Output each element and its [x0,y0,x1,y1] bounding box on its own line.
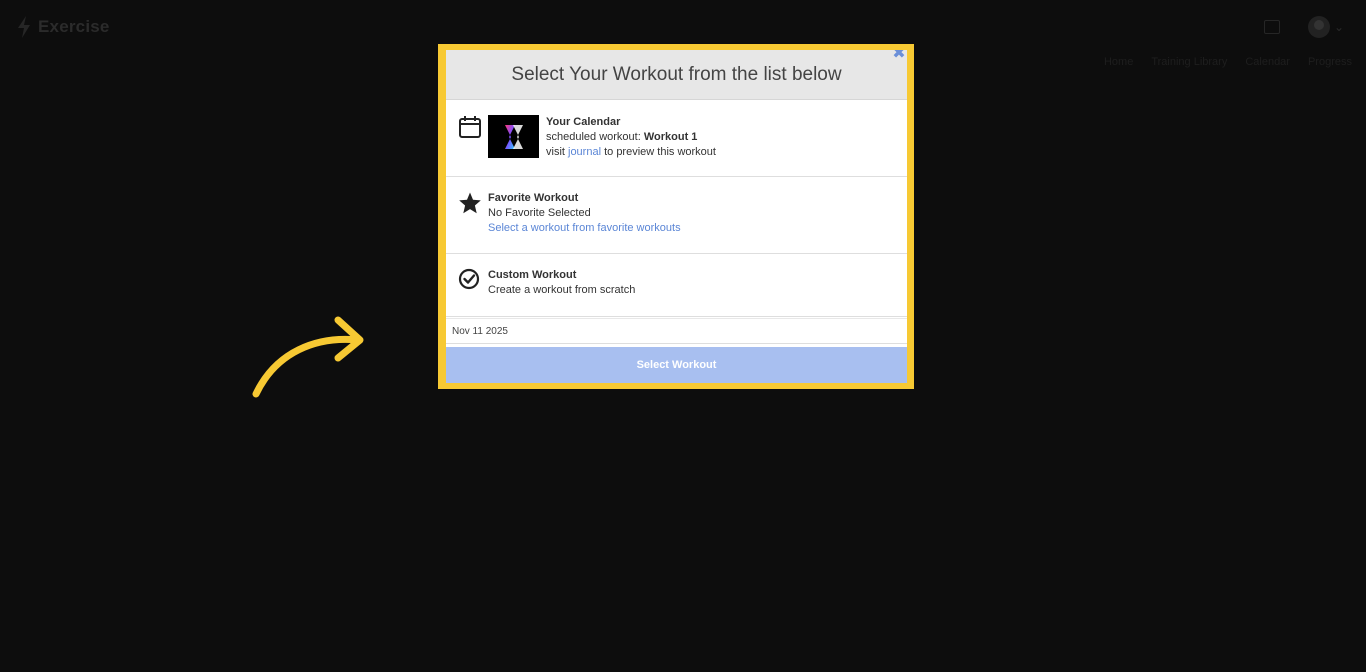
calendar-icon [459,116,481,138]
highlight-frame: Select Your Workout from the list below … [438,44,914,389]
option-calendar[interactable]: Your Calendar scheduled workout: Workout… [446,100,907,177]
brand[interactable]: Exercise [16,16,110,38]
calendar-option-text: Your Calendar scheduled workout: Workout… [546,115,716,164]
favorite-workouts-link[interactable]: Select a workout from favorite workouts [488,221,681,236]
workout-thumbnail [488,115,539,158]
nav-item-progress[interactable]: Progress [1308,56,1352,68]
select-workout-modal: Select Your Workout from the list below … [446,50,907,383]
nav-item-training-library[interactable]: Training Library [1151,56,1227,68]
close-icon[interactable]: ✖ [891,50,907,62]
visit-prefix: visit [546,146,568,158]
custom-option-text: Custom Workout Create a workout from scr… [488,268,635,304]
journal-link[interactable]: journal [568,146,601,158]
background-nav: Home Training Library Calendar Progress [1104,56,1352,68]
visit-suffix: to preview this workout [601,146,716,158]
scheduled-prefix: scheduled workout: [546,131,644,143]
modal-header: Select Your Workout from the list below [446,50,907,100]
scheduled-workout-name: Workout 1 [643,131,698,143]
calendar-option-title: Your Calendar [546,116,621,128]
nav-item-calendar[interactable]: Calendar [1245,56,1290,68]
favorite-option-title: Favorite Workout [488,192,579,204]
date-value: Nov 11 2025 [452,325,508,337]
visit-journal-line: visit journal to preview this workout [546,145,716,160]
check-circle-icon [458,268,480,290]
bolt-logo-icon [18,16,30,38]
message-icon[interactable] [1264,20,1280,34]
option-custom[interactable]: Custom Workout Create a workout from scr… [446,254,907,317]
pointer-arrow-icon [252,316,364,398]
avatar[interactable] [1308,16,1330,38]
star-icon [459,192,481,214]
modal-title: Select Your Workout from the list below [511,63,842,85]
favorite-status: No Favorite Selected [488,207,591,219]
option-favorite[interactable]: Favorite Workout No Favorite Selected Se… [446,177,907,254]
select-workout-button[interactable]: Select Workout [446,347,907,383]
favorite-option-text: Favorite Workout No Favorite Selected Se… [488,191,681,241]
nav-item-home[interactable]: Home [1104,56,1133,68]
chevron-down-icon[interactable]: ⌄ [1334,20,1344,34]
custom-option-title: Custom Workout [488,269,577,281]
custom-option-description: Create a workout from scratch [488,284,636,296]
scheduled-workout-line: scheduled workout: Workout 1 [546,130,716,145]
date-field[interactable]: Nov 11 2025 [446,318,907,344]
brand-name: Exercise [38,17,110,36]
workout-logo-icon [504,124,523,149]
